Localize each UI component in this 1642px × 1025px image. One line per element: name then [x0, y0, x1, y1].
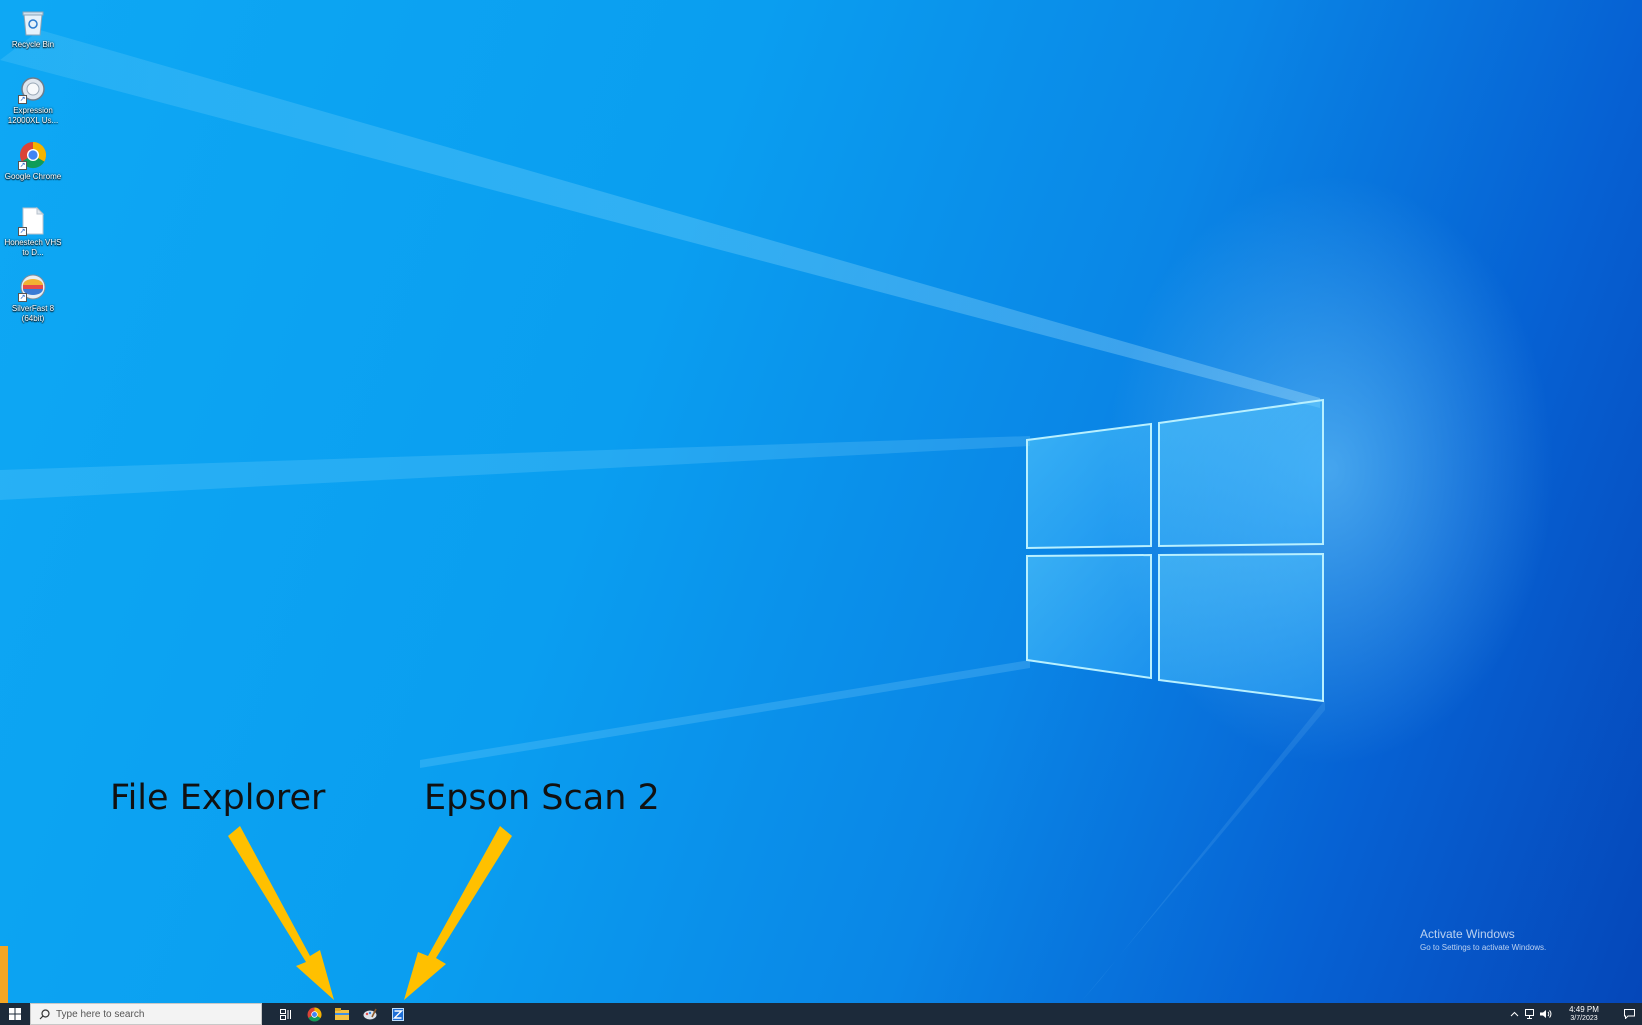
taskbar-search-box[interactable] [30, 1003, 262, 1025]
arrow-to-file-explorer [228, 826, 334, 1000]
activate-windows-watermark: Activate Windows Go to Settings to activ… [1420, 927, 1546, 952]
desktop-icon-label: Expression 12000XL Us... [7, 106, 59, 125]
taskbar-epson-scan-2[interactable] [384, 1003, 412, 1025]
taskbar-file-explorer[interactable] [328, 1003, 356, 1025]
recycle-bin-icon [22, 11, 44, 36]
slide-accent-strip [0, 946, 8, 1003]
desktop-icon-column: Recycle Bin ↗ Expression 12000XL Us... ↗… [2, 4, 64, 334]
chrome-icon [307, 1007, 321, 1022]
desktop-icon-label: Google Chrome [4, 172, 62, 181]
chevron-up-icon [1510, 1011, 1518, 1017]
shortcut-arrow-icon: ↗ [18, 227, 27, 236]
windows-start-icon [9, 1008, 21, 1020]
desktop-icon-label: Recycle Bin [11, 40, 55, 49]
taskbar-task-view[interactable] [272, 1003, 300, 1025]
taskbar-paint[interactable] [356, 1003, 384, 1025]
show-hidden-icons-button[interactable] [1506, 1003, 1522, 1025]
search-input[interactable] [56, 1008, 246, 1020]
desktop-wallpaper: Recycle Bin ↗ Expression 12000XL Us... ↗… [0, 0, 1642, 1025]
desktop-icon-silverfast-8[interactable]: ↗ SilverFast 8 (64bit) [2, 268, 64, 334]
shortcut-arrow-icon: ↗ [18, 95, 27, 104]
activate-windows-title: Activate Windows [1420, 927, 1515, 941]
annotation-file-explorer-label: File Explorer [110, 778, 326, 818]
desktop-icon-expression-12000xl[interactable]: ↗ Expression 12000XL Us... [2, 70, 64, 136]
desktop-icon-label: SilverFast 8 (64bit) [11, 304, 55, 323]
network-icon [1524, 1009, 1534, 1019]
start-button[interactable] [0, 1003, 30, 1025]
activate-windows-subtitle: Go to Settings to activate Windows. [1420, 943, 1547, 952]
network-status-button[interactable] [1522, 1003, 1538, 1025]
volume-button[interactable] [1538, 1003, 1554, 1025]
notification-icon [1623, 1009, 1635, 1019]
annotation-epson-scan-label: Epson Scan 2 [424, 778, 660, 818]
desktop-icon-google-chrome[interactable]: ↗ Google Chrome [2, 136, 64, 202]
shortcut-arrow-icon: ↗ [18, 161, 27, 170]
epson-scan-icon [392, 1007, 404, 1021]
clock-time: 4:49 PM [1569, 1005, 1599, 1014]
taskbar-chrome[interactable] [300, 1003, 328, 1025]
annotation-arrows [228, 826, 512, 1000]
wallpaper-light-beams [0, 30, 1325, 1003]
clock-date: 3/7/2023 [1570, 1015, 1598, 1022]
desktop-icon-honestech-vhs[interactable]: ↗ Honestech VHS to D... [2, 202, 64, 268]
task-view-icon [280, 1008, 291, 1020]
speaker-icon [1540, 1010, 1552, 1018]
taskbar-clock[interactable]: 4:49 PM 3/7/2023 [1558, 1005, 1610, 1023]
shortcut-arrow-icon: ↗ [18, 293, 27, 302]
windows-logo [1026, 398, 1324, 703]
system-tray: 4:49 PM 3/7/2023 [1506, 1003, 1642, 1025]
desktop-icon-label: Honestech VHS to D... [4, 238, 62, 257]
paint-icon [363, 1008, 377, 1020]
desktop-icon-recycle-bin[interactable]: Recycle Bin [2, 4, 64, 70]
taskbar: 4:49 PM 3/7/2023 [0, 1003, 1642, 1025]
file-explorer-icon [335, 1008, 349, 1020]
arrow-to-epson-scan [404, 826, 512, 1000]
search-icon [39, 1008, 50, 1019]
action-center-button[interactable] [1616, 1003, 1642, 1025]
